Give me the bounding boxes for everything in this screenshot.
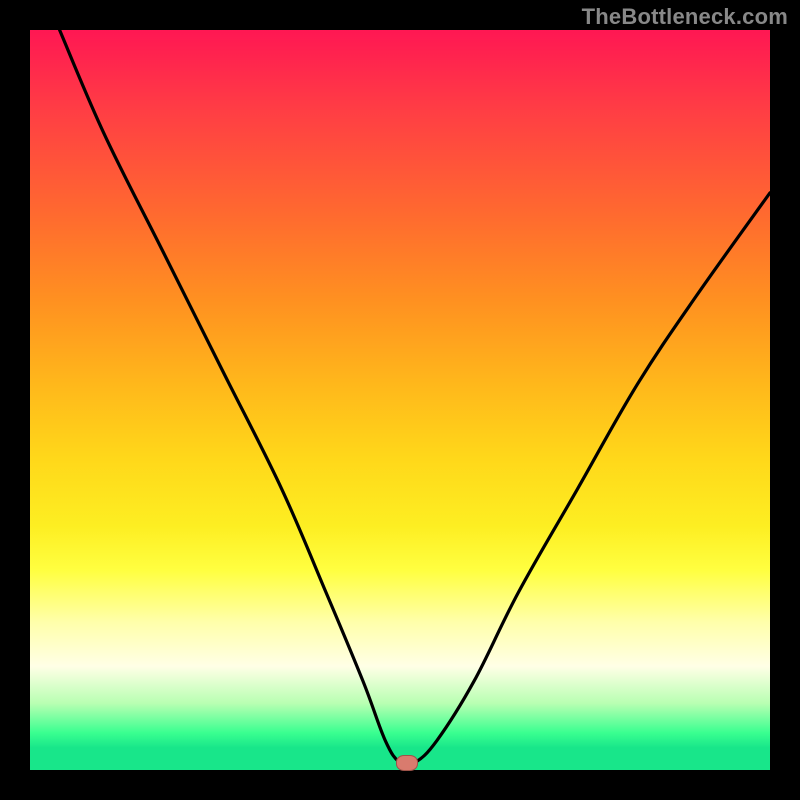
optimal-point-marker bbox=[396, 755, 418, 771]
plot-area bbox=[30, 30, 770, 770]
watermark-label: TheBottleneck.com bbox=[582, 4, 788, 30]
bottleneck-curve bbox=[30, 30, 770, 770]
chart-frame: TheBottleneck.com bbox=[0, 0, 800, 800]
